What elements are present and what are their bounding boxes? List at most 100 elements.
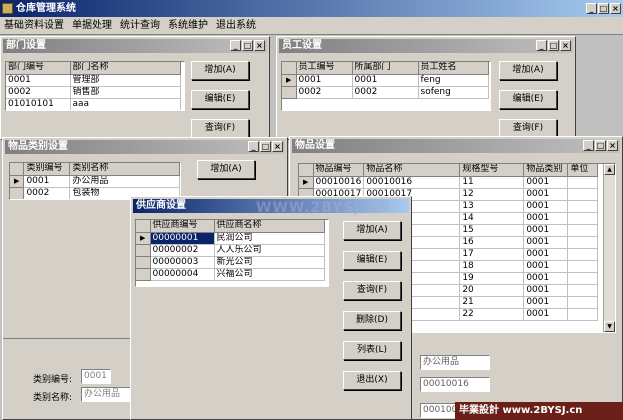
category-cell[interactable]: 办公用品 bbox=[69, 175, 180, 188]
item-cell[interactable]: 0001 bbox=[523, 224, 569, 237]
table-row[interactable]: 0002 0002 sofeng bbox=[282, 86, 489, 99]
emp-add-button[interactable]: 增加(A) bbox=[499, 61, 557, 80]
item-cell[interactable]: 22 bbox=[459, 308, 525, 321]
emp-cell[interactable]: feng bbox=[418, 74, 489, 87]
supplier-col-code[interactable]: 供应商编号 bbox=[150, 220, 215, 233]
category-name-field[interactable]: 办公用品 bbox=[81, 387, 131, 402]
table-row[interactable]: ▶ 0001 办公用品 bbox=[10, 175, 180, 188]
scroll-down-icon[interactable]: ▼ bbox=[604, 321, 615, 332]
supplier-cell[interactable]: 00000001 bbox=[150, 232, 215, 245]
dept-query-button[interactable]: 查询(F) bbox=[191, 119, 249, 138]
item-cell[interactable]: 0001 bbox=[523, 248, 569, 261]
category-col-name[interactable]: 类别名称 bbox=[69, 163, 180, 176]
item-cell[interactable] bbox=[567, 260, 599, 273]
item-cell[interactable]: 0001 bbox=[523, 236, 569, 249]
dept-add-button[interactable]: 增加(A) bbox=[191, 61, 249, 80]
item-cell[interactable]: 12 bbox=[459, 188, 525, 201]
item-col-code[interactable]: 物品编号 bbox=[313, 164, 365, 177]
item-cell[interactable]: 00010016 bbox=[313, 176, 365, 189]
item-cell[interactable] bbox=[567, 176, 599, 189]
item-col-unit[interactable]: 单位 bbox=[567, 164, 599, 177]
item-close-button[interactable]: × bbox=[607, 140, 618, 151]
category-maximize-button[interactable]: □ bbox=[260, 141, 271, 152]
item-cell[interactable]: 0001 bbox=[523, 188, 569, 201]
dept-col-name[interactable]: 部门名称 bbox=[70, 62, 181, 75]
category-grid[interactable]: 类别编号 类别名称 ▶ 0001 办公用品 0002 包装物 bbox=[9, 162, 181, 200]
item-cell[interactable]: 0001 bbox=[523, 200, 569, 213]
emp-maximize-button[interactable]: □ bbox=[548, 40, 559, 51]
category-code-field[interactable]: 0001 bbox=[81, 369, 111, 384]
item-cell[interactable] bbox=[567, 224, 599, 237]
item-cell[interactable]: 00010016 bbox=[363, 176, 461, 189]
item-cell[interactable] bbox=[567, 284, 599, 297]
item-minimize-button[interactable]: _ bbox=[583, 140, 594, 151]
menu-statistics[interactable]: 统计查询 bbox=[116, 17, 164, 35]
scroll-up-icon[interactable]: ▲ bbox=[604, 164, 615, 175]
emp-close-button[interactable]: × bbox=[560, 40, 571, 51]
category-col-code[interactable]: 类别编号 bbox=[23, 163, 71, 176]
item-cell[interactable] bbox=[567, 236, 599, 249]
menu-exit[interactable]: 退出系统 bbox=[212, 17, 260, 35]
dept-edit-button[interactable]: 编辑(E) bbox=[191, 90, 249, 109]
supplier-delete-button[interactable]: 删除(D) bbox=[343, 311, 401, 330]
item-cell[interactable] bbox=[567, 272, 599, 285]
dept-cell[interactable]: 0002 bbox=[6, 86, 71, 99]
item-cell[interactable] bbox=[567, 212, 599, 225]
supplier-cell[interactable]: 00000003 bbox=[150, 256, 215, 269]
dept-grid[interactable]: 部门编号 部门名称 0001 管理部 0002 销售部 01010101 aaa bbox=[5, 61, 185, 111]
emp-edit-button[interactable]: 编辑(E) bbox=[499, 90, 557, 109]
supplier-add-button[interactable]: 增加(A) bbox=[343, 221, 401, 240]
category-add-button[interactable]: 增加(A) bbox=[197, 160, 255, 179]
item-cell[interactable]: 21 bbox=[459, 296, 525, 309]
supplier-query-button[interactable]: 查询(F) bbox=[343, 281, 401, 300]
emp-grid[interactable]: 员工编号 所属部门 员工姓名 ▶ 0001 0001 feng 0002 0002 sofen… bbox=[281, 61, 491, 111]
table-row[interactable]: 00000003 新光公司 bbox=[136, 256, 325, 269]
item-cell[interactable]: 20 bbox=[459, 284, 525, 297]
dept-cell[interactable]: 01010101 bbox=[6, 98, 71, 110]
app-minimize-button[interactable]: _ bbox=[586, 3, 597, 14]
table-row[interactable]: 0002 销售部 bbox=[6, 86, 181, 99]
item-cell[interactable] bbox=[567, 296, 599, 309]
supplier-cell[interactable]: 兴福公司 bbox=[214, 268, 325, 281]
item-cell[interactable]: 0001 bbox=[523, 272, 569, 285]
item-cell[interactable]: 0001 bbox=[523, 296, 569, 309]
emp-cell[interactable]: sofeng bbox=[418, 86, 489, 99]
supplier-list-button[interactable]: 列表(L) bbox=[343, 341, 401, 360]
emp-minimize-button[interactable]: _ bbox=[536, 40, 547, 51]
item-grid-scrollbar[interactable]: ▲ ▼ bbox=[603, 164, 615, 332]
supplier-cell[interactable]: 新光公司 bbox=[214, 256, 325, 269]
item-code-field[interactable]: 00010016 bbox=[420, 377, 490, 392]
menu-basic-settings[interactable]: 基础资料设置 bbox=[0, 17, 68, 35]
item-cell[interactable]: 11 bbox=[459, 176, 525, 189]
supplier-exit-button[interactable]: 退出(X) bbox=[343, 371, 401, 390]
item-cell[interactable]: 16 bbox=[459, 236, 525, 249]
emp-col-dept[interactable]: 所属部门 bbox=[352, 62, 419, 75]
emp-cell[interactable]: 0002 bbox=[296, 86, 353, 99]
dept-close-button[interactable]: × bbox=[254, 40, 265, 51]
item-col-spec[interactable]: 规格型号 bbox=[459, 164, 525, 177]
menu-documents[interactable]: 单据处理 bbox=[68, 17, 116, 35]
menu-system[interactable]: 系统维护 bbox=[164, 17, 212, 35]
item-cell[interactable]: 0001 bbox=[523, 176, 569, 189]
emp-col-name[interactable]: 员工姓名 bbox=[418, 62, 489, 75]
dept-cell[interactable]: aaa bbox=[70, 98, 181, 110]
table-row[interactable]: 00000004 兴福公司 bbox=[136, 268, 325, 281]
item-col-name[interactable]: 物品名称 bbox=[363, 164, 461, 177]
item-cell[interactable]: 0001 bbox=[523, 284, 569, 297]
emp-cell[interactable]: 0001 bbox=[352, 74, 419, 87]
emp-col-code[interactable]: 员工编号 bbox=[296, 62, 353, 75]
item-col-category[interactable]: 物品类别 bbox=[523, 164, 569, 177]
item-cell[interactable]: 19 bbox=[459, 272, 525, 285]
item-maximize-button[interactable]: □ bbox=[595, 140, 606, 151]
supplier-edit-button[interactable]: 编辑(E) bbox=[343, 251, 401, 270]
category-close-button[interactable]: × bbox=[272, 141, 283, 152]
emp-cell[interactable]: 0001 bbox=[296, 74, 353, 87]
supplier-grid[interactable]: 供应商编号 供应商名称 ▶ 00000001 民润公司 00000002 人人乐公司 0… bbox=[135, 219, 329, 287]
supplier-cell[interactable]: 人人乐公司 bbox=[214, 244, 325, 257]
item-cell[interactable]: 14 bbox=[459, 212, 525, 225]
item-cell[interactable]: 0001 bbox=[523, 308, 569, 321]
app-maximize-button[interactable]: □ bbox=[598, 3, 609, 14]
item-cell[interactable]: 17 bbox=[459, 248, 525, 261]
item-category-select[interactable]: 办公用品 bbox=[420, 355, 490, 370]
dept-cell[interactable]: 管理部 bbox=[70, 74, 181, 87]
